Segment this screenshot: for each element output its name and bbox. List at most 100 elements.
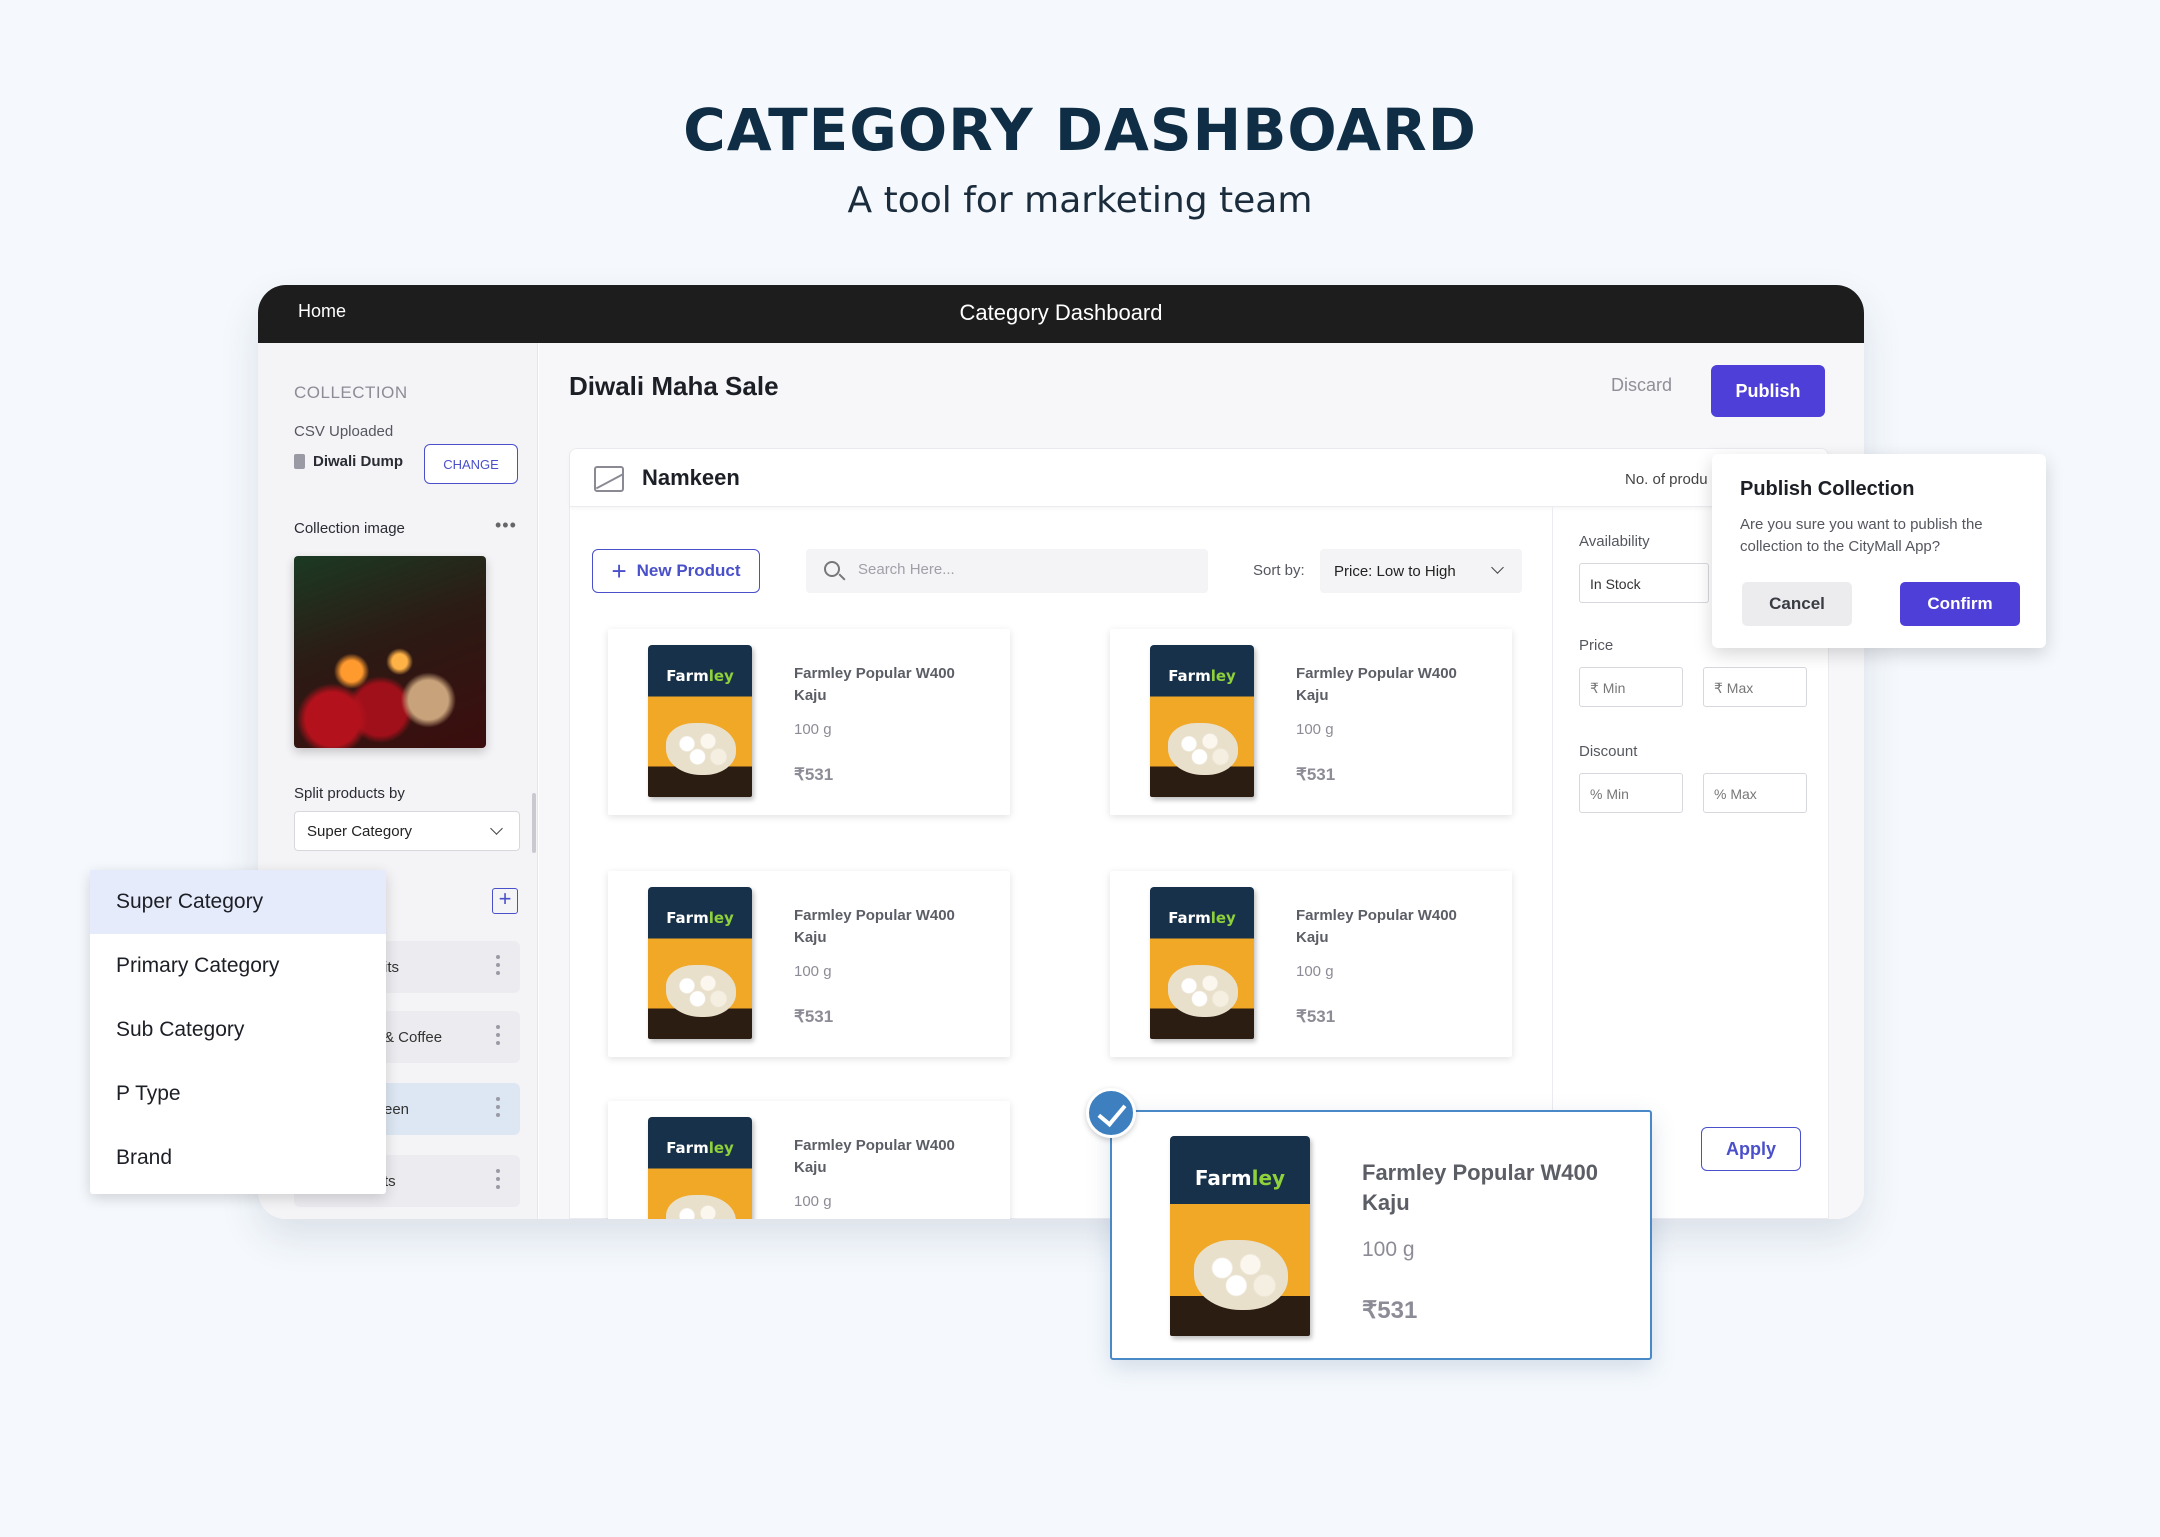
price-label: Price — [1579, 637, 1614, 654]
product-image: Farmley — [648, 887, 752, 1039]
split-products-label: Split products by — [294, 785, 405, 802]
app-window: Home Category Dashboard COLLECTION CSV U… — [258, 285, 1864, 1219]
group-label: its — [384, 959, 399, 976]
product-name: Farmley Popular W400 Kaju — [794, 907, 955, 946]
more-horizontal-icon[interactable]: ••• — [495, 515, 517, 536]
price-min-input[interactable]: ₹ Min — [1579, 667, 1683, 707]
product-card[interactable]: Farmley Farmley Popular W400 Kaju 100 g … — [1110, 629, 1512, 815]
discount-max-input[interactable]: % Max — [1703, 773, 1807, 813]
hero-title: CATEGORY DASHBOARD — [683, 96, 1477, 164]
panel-header: Namkeen No. of produ — [570, 449, 1830, 507]
more-vertical-icon[interactable] — [496, 1097, 500, 1121]
sidebar-scrollbar[interactable] — [532, 793, 536, 853]
new-product-label: New Product — [636, 561, 741, 580]
dropdown-option-sub-category[interactable]: Sub Category — [90, 998, 386, 1062]
brand-logo: Farmley — [1168, 667, 1236, 685]
more-vertical-icon[interactable] — [496, 1025, 500, 1049]
page-title: Diwali Maha Sale — [569, 371, 779, 401]
price-max-input[interactable]: ₹ Max — [1703, 667, 1807, 707]
cancel-button[interactable]: Cancel — [1742, 582, 1852, 626]
check-circle-icon[interactable] — [1086, 1088, 1136, 1138]
publish-dialog: Publish Collection Are you sure you want… — [1712, 454, 2046, 648]
brand-logo: Farmley — [666, 909, 734, 927]
hero-subtitle: A tool for marketing team — [847, 180, 1313, 221]
dropdown-option-p-type[interactable]: P Type — [90, 1062, 386, 1126]
product-name: Farmley Popular W400 Kaju — [1296, 665, 1457, 704]
product-card[interactable]: Farmley Farmley Popular W400 Kaju 100 g … — [608, 629, 1010, 815]
collection-section-label: COLLECTION — [294, 383, 408, 402]
sort-value: Price: Low to High — [1334, 563, 1456, 580]
search-icon — [824, 561, 840, 577]
product-price: ₹531 — [1296, 1007, 1336, 1026]
availability-select[interactable]: In Stock — [1579, 563, 1709, 603]
product-price: ₹531 — [1296, 765, 1336, 784]
collection-image-label: Collection image — [294, 520, 405, 537]
chevron-down-icon — [1491, 561, 1504, 574]
category-panel: Namkeen No. of produ + New Product Sort … — [569, 448, 1830, 1219]
product-name: Farmley Popular W400 Kaju — [794, 665, 955, 704]
split-products-select[interactable]: Super Category — [294, 811, 520, 851]
apply-button[interactable]: Apply — [1701, 1127, 1801, 1171]
sort-label: Sort by: — [1253, 562, 1305, 579]
product-card[interactable]: Farmley Farmley Popular W400 Kaju 100 g … — [608, 871, 1010, 1057]
group-label: een — [384, 1101, 410, 1118]
product-image: Farmley — [1170, 1136, 1310, 1336]
csv-file: Diwali Dump — [294, 453, 403, 470]
split-products-dropdown: Super Category Primary Category Sub Cate… — [90, 870, 386, 1194]
product-card[interactable]: Farmley Farmley Popular W400 Kaju 100 g … — [1110, 871, 1512, 1057]
search-box[interactable] — [806, 549, 1208, 593]
file-icon — [294, 454, 305, 469]
product-card[interactable]: Farmley Farmley Popular W400 Kaju 100 g — [608, 1101, 1010, 1219]
discard-button[interactable]: Discard — [1611, 375, 1672, 396]
group-label: & Coffee — [384, 1029, 443, 1046]
add-group-button[interactable]: + — [492, 888, 518, 914]
dropdown-option-primary-category[interactable]: Primary Category — [90, 934, 386, 998]
confirm-button[interactable]: Confirm — [1900, 582, 2020, 626]
new-product-button[interactable]: + New Product — [592, 549, 760, 593]
product-image: Farmley — [1150, 645, 1254, 797]
availability-label: Availability — [1579, 533, 1650, 550]
product-name: Farmley Popular W400 Kaju — [1362, 1160, 1598, 1215]
product-image: Farmley — [648, 1117, 752, 1219]
product-weight: 100 g — [794, 963, 832, 980]
search-input[interactable] — [858, 561, 1188, 578]
plus-icon: + — [611, 556, 627, 586]
brand-logo: Farmley — [1194, 1166, 1286, 1190]
split-products-value: Super Category — [307, 823, 413, 840]
product-weight: 100 g — [794, 1193, 832, 1210]
product-weight: 100 g — [1362, 1238, 1415, 1261]
brand-logo: Farmley — [666, 667, 734, 685]
image-icon — [594, 466, 624, 492]
top-bar: Home Category Dashboard — [258, 285, 1864, 343]
plus-icon: + — [498, 886, 512, 911]
product-weight: 100 g — [794, 721, 832, 738]
product-price: ₹531 — [794, 1007, 834, 1026]
csv-uploaded-label: CSV Uploaded — [294, 423, 394, 440]
dialog-title: Publish Collection — [1740, 478, 1915, 500]
brand-logo: Farmley — [666, 1139, 734, 1157]
chevron-down-icon — [490, 822, 503, 835]
change-csv-button[interactable]: CHANGE — [424, 444, 518, 484]
product-image: Farmley — [1150, 887, 1254, 1039]
discount-min-input[interactable]: % Min — [1579, 773, 1683, 813]
csv-file-name: Diwali Dump — [313, 453, 404, 470]
panel-title: Namkeen — [642, 465, 740, 490]
product-weight: 100 g — [1296, 963, 1334, 980]
dropdown-option-brand[interactable]: Brand — [90, 1126, 386, 1190]
main-content: Diwali Maha Sale Discard Publish Namkeen… — [539, 343, 1864, 1219]
product-name: Farmley Popular W400 Kaju — [794, 1137, 955, 1176]
dropdown-option-super-category[interactable]: Super Category — [90, 870, 386, 934]
selected-product-card[interactable]: Farmley Farmley Popular W400 Kaju 100 g … — [1110, 1110, 1652, 1360]
product-price: ₹531 — [1362, 1297, 1418, 1324]
more-vertical-icon[interactable] — [496, 955, 500, 979]
app-title: Category Dashboard — [959, 300, 1163, 325]
product-count-label: No. of produ — [1625, 471, 1708, 488]
collection-image[interactable] — [294, 556, 486, 748]
product-image: Farmley — [648, 645, 752, 797]
dialog-message: Are you sure you want to publish the col… — [1740, 516, 1983, 555]
more-vertical-icon[interactable] — [496, 1169, 500, 1193]
discount-label: Discount — [1579, 743, 1638, 760]
product-weight: 100 g — [1296, 721, 1334, 738]
sort-select[interactable]: Price: Low to High — [1320, 549, 1522, 593]
publish-button[interactable]: Publish — [1711, 365, 1825, 417]
